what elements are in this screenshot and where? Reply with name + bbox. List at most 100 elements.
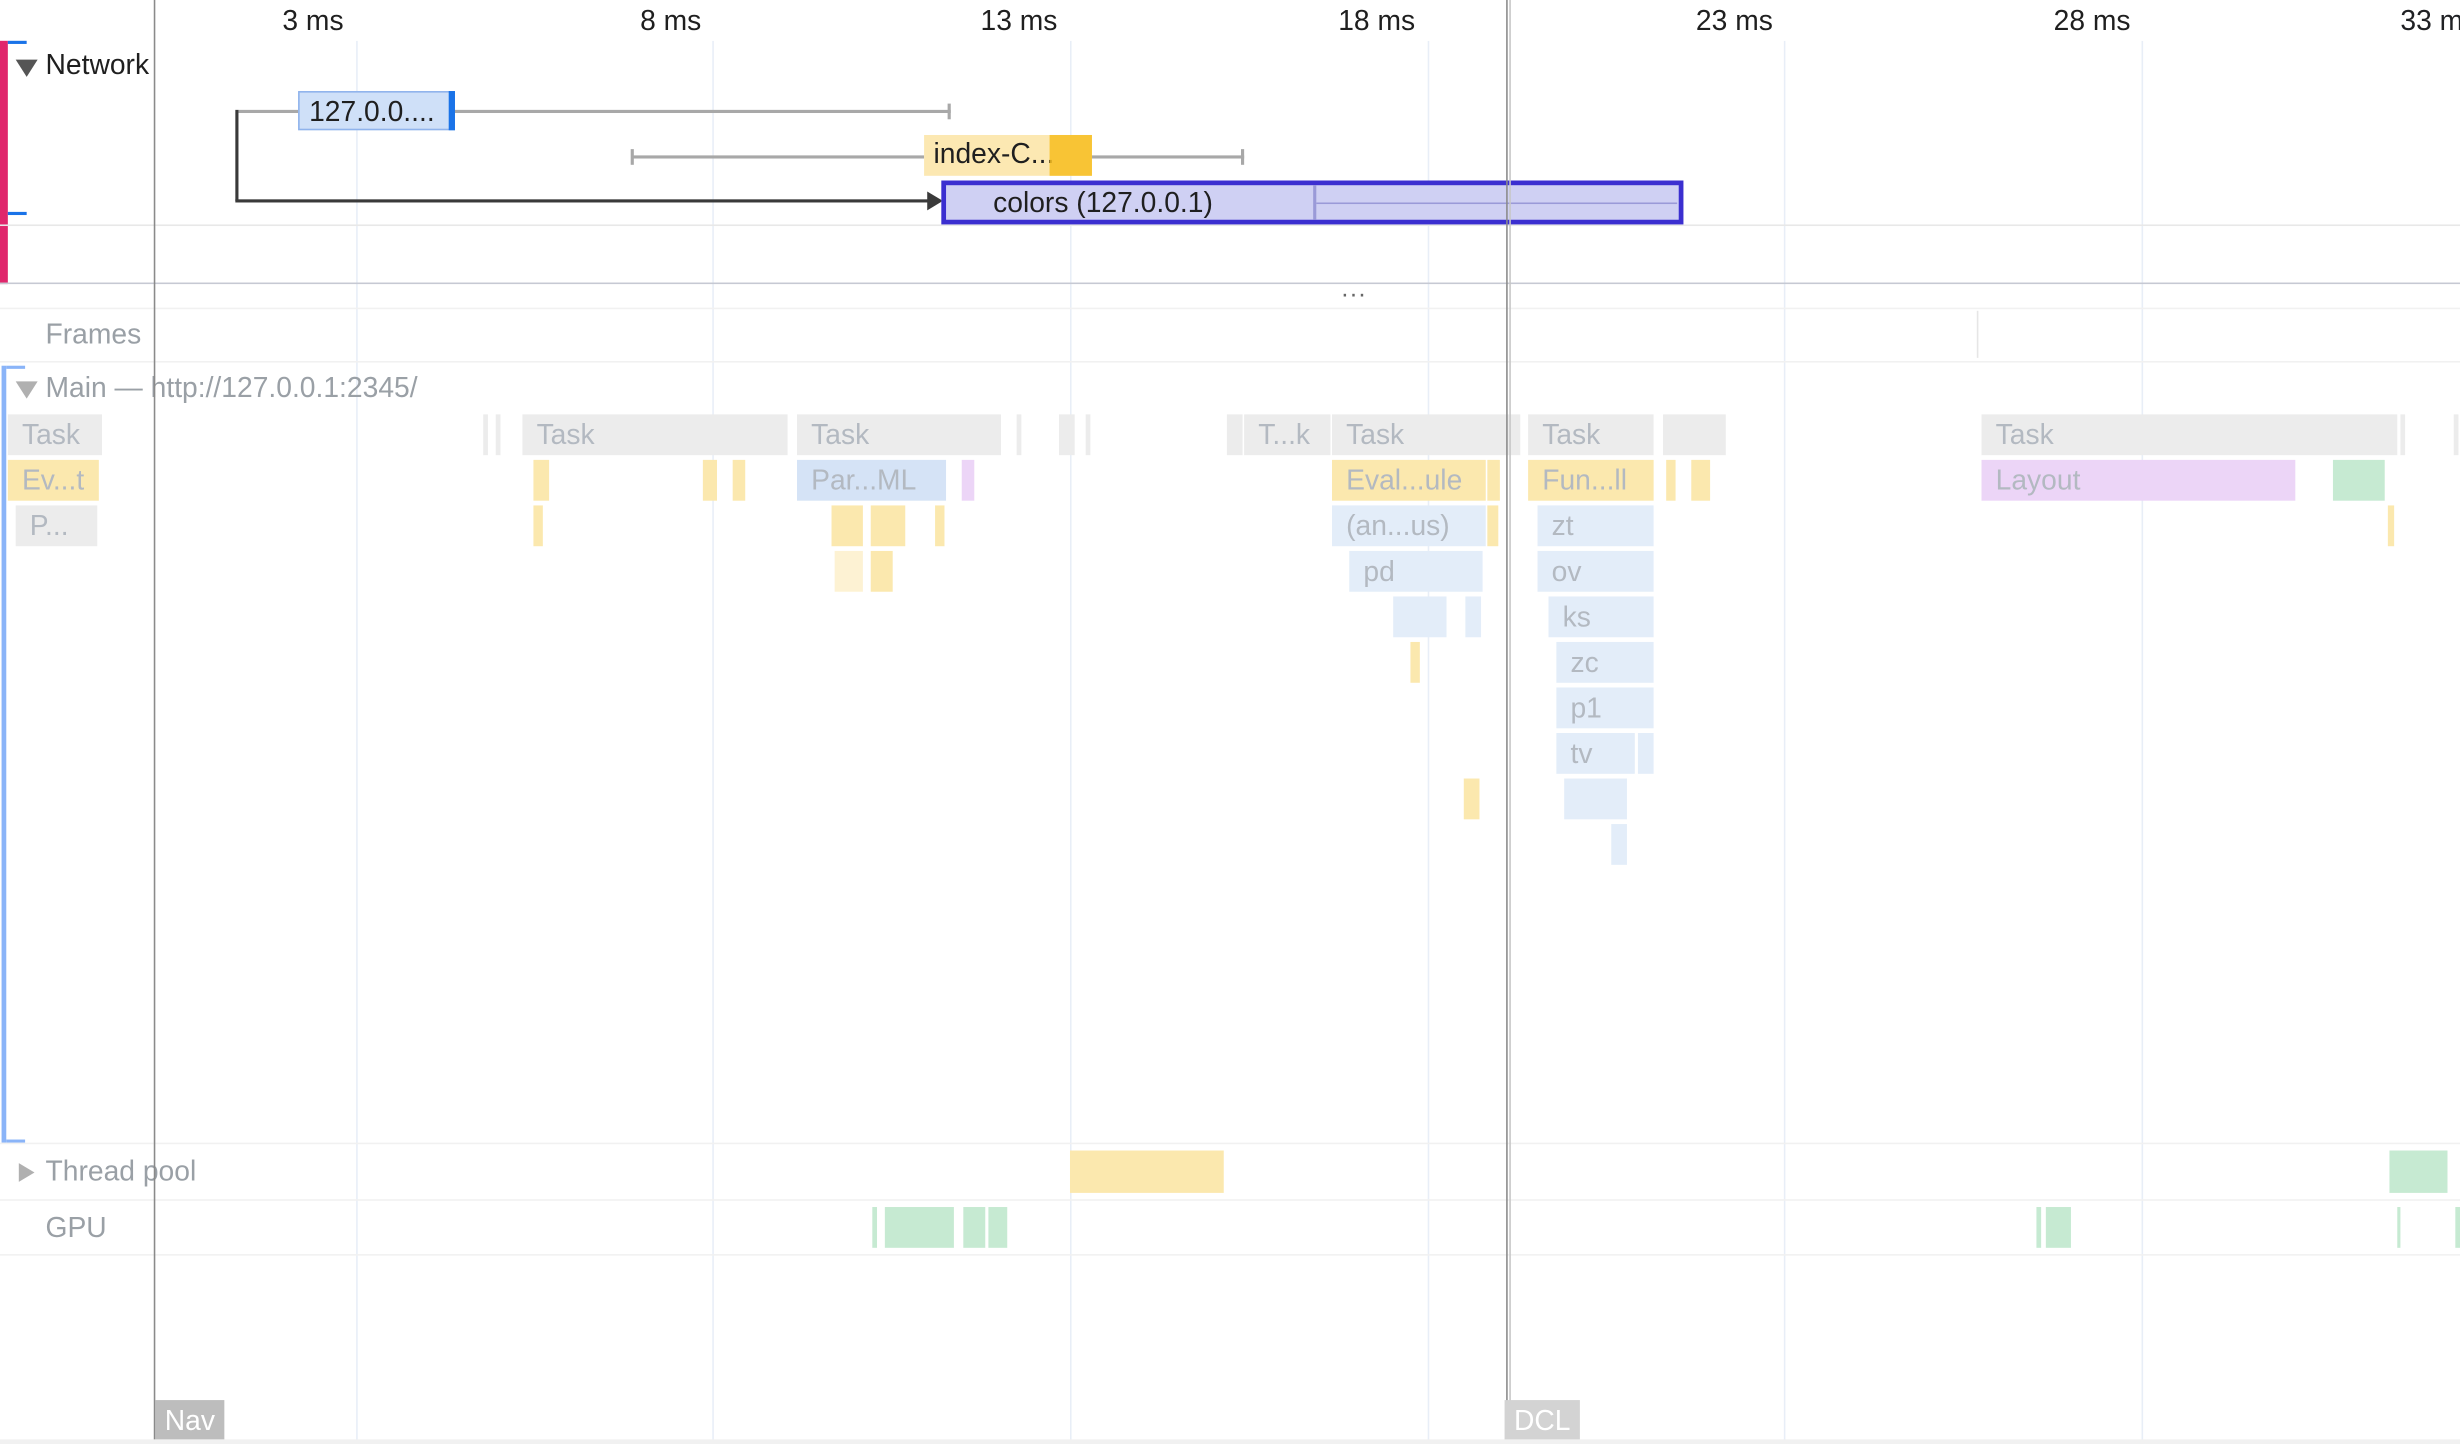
flame-event[interactable]: ks <box>1548 596 1654 638</box>
thread-pool-event[interactable] <box>1069 1150 1224 1193</box>
track-bracket <box>7 40 27 44</box>
flame-event-sliver[interactable] <box>1564 778 1627 820</box>
flame-task-sliver[interactable] <box>2400 414 2406 456</box>
resize-divider[interactable] <box>0 282 2460 285</box>
gpu-event[interactable] <box>988 1207 1008 1248</box>
flame-task-label: Task <box>536 419 595 451</box>
flame-event-sliver[interactable] <box>1611 824 1627 865</box>
flame-event-label: Par...ML <box>811 464 917 496</box>
flame-task-small[interactable] <box>1059 414 1075 456</box>
flame-task-small[interactable] <box>1226 414 1243 456</box>
flame-event[interactable]: Par...ML <box>797 459 947 501</box>
performance-panel: 3 ms 8 ms 13 ms 18 ms 23 ms 28 ms 33 m N… <box>0 0 2460 1444</box>
flame-event-sliver[interactable] <box>533 459 550 501</box>
gpu-event[interactable] <box>2397 1207 2401 1248</box>
flame-event-label: Fun...ll <box>1542 464 1627 496</box>
navigation-line <box>153 0 156 1444</box>
initiator-line <box>235 199 931 203</box>
flame-event[interactable]: Fun...ll <box>1528 459 1654 501</box>
flame-event-label: Ev...t <box>21 464 85 496</box>
dcl-line <box>1509 0 1511 1444</box>
flame-task[interactable]: Task <box>797 414 1001 456</box>
resize-handle-icon[interactable]: ... <box>1341 276 1367 304</box>
flame-event[interactable]: zt <box>1537 505 1654 547</box>
dcl-marker[interactable]: DCL <box>1504 1400 1580 1441</box>
flame-event[interactable]: ov <box>1537 550 1654 592</box>
flame-task-sliver[interactable] <box>483 414 488 456</box>
request-whisker-cap <box>1240 149 1245 165</box>
flame-event[interactable]: Ev...t <box>7 459 99 501</box>
flame-event-label: (an...us) <box>1346 510 1450 542</box>
flame-task[interactable]: Task <box>1981 414 2398 456</box>
flame-event-sliver[interactable] <box>702 459 717 501</box>
flame-task-sliver[interactable] <box>495 414 501 456</box>
flame-event[interactable]: pd <box>1349 550 1483 592</box>
flame-task[interactable]: T...k <box>1244 414 1331 456</box>
frames-track-label[interactable]: Frames <box>45 319 141 352</box>
network-request-bar[interactable]: 127.0.0.... <box>298 91 455 131</box>
thread-pool-track-label: Thread pool <box>45 1155 197 1187</box>
flame-event-sliver[interactable] <box>1410 641 1420 683</box>
flame-event-sliver[interactable] <box>1463 778 1480 820</box>
track-accent-bar <box>1 365 7 1143</box>
flame-task[interactable]: Task <box>1331 414 1521 456</box>
flame-event-sliver[interactable] <box>1487 505 1499 547</box>
flame-task[interactable]: Task <box>7 414 102 456</box>
flame-task-sliver[interactable] <box>1016 414 1022 456</box>
flame-event[interactable]: zc <box>1556 641 1654 683</box>
track-separator <box>0 307 2460 310</box>
flame-event-label: zt <box>1551 510 1574 542</box>
flame-event-sliver[interactable] <box>1691 459 1711 501</box>
flame-event-sliver[interactable] <box>1393 596 1447 638</box>
flame-event-sliver[interactable] <box>831 505 863 547</box>
flame-event-paint[interactable] <box>2332 459 2385 501</box>
time-ruler[interactable]: 3 ms 8 ms 13 ms 18 ms 23 ms 28 ms 33 m <box>0 0 2460 41</box>
frame-boundary <box>1976 310 1979 358</box>
flame-task[interactable]: Task <box>522 414 788 456</box>
flame-event-sliver[interactable] <box>1666 459 1676 501</box>
flame-event[interactable]: tv <box>1556 733 1635 774</box>
flame-event[interactable]: p1 <box>1556 687 1654 729</box>
flame-task[interactable]: Task <box>1528 414 1654 456</box>
flame-event-sliver[interactable] <box>870 505 906 547</box>
gpu-track-label[interactable]: GPU <box>45 1212 106 1245</box>
flame-event-sliver[interactable] <box>935 505 945 547</box>
flame-event-label: Layout <box>1995 464 2081 496</box>
gpu-event[interactable] <box>884 1207 954 1248</box>
flame-event[interactable]: P... <box>15 505 98 547</box>
flame-event-sliver[interactable] <box>870 550 893 592</box>
flame-event-sliver[interactable] <box>1487 459 1500 501</box>
nav-marker[interactable]: Nav <box>155 1400 225 1441</box>
flame-event-sliver[interactable] <box>1465 596 1482 638</box>
network-request-label: colors (127.0.0.1) <box>993 186 1213 219</box>
flame-task-sliver[interactable] <box>2453 414 2459 456</box>
thread-pool-event[interactable] <box>2389 1150 2448 1193</box>
collapse-triangle-icon <box>15 59 38 77</box>
gpu-event[interactable] <box>2036 1207 2042 1248</box>
request-end-segment <box>448 91 455 131</box>
flame-event-sliver[interactable] <box>834 550 863 592</box>
flame-event[interactable]: Eval...ule <box>1331 459 1486 501</box>
ruler-tick-label: 23 ms <box>1695 4 1773 37</box>
flame-event-label: ov <box>1551 555 1582 588</box>
ruler-tick-label: 18 ms <box>1338 4 1416 37</box>
expand-triangle-icon <box>18 1163 35 1182</box>
request-whisker-cap <box>947 103 951 120</box>
gpu-event[interactable] <box>872 1207 878 1248</box>
flame-event[interactable]: Layout <box>1981 459 2296 501</box>
gpu-event[interactable] <box>2045 1207 2071 1248</box>
dcl-marker-label: DCL <box>1513 1404 1571 1437</box>
flame-event-sliver[interactable] <box>1637 733 1654 774</box>
gpu-event[interactable] <box>2455 1207 2460 1248</box>
flame-event-sliver[interactable] <box>732 459 746 501</box>
gpu-event[interactable] <box>963 1207 986 1248</box>
flame-task-small[interactable] <box>1663 414 1726 456</box>
flame-event-sliver[interactable] <box>961 459 975 501</box>
flame-event-sliver[interactable] <box>2387 505 2395 547</box>
flame-task-sliver[interactable] <box>1085 414 1091 456</box>
flame-event[interactable]: (an...us) <box>1331 505 1486 547</box>
network-request-label: index-C... <box>933 138 1055 170</box>
flame-event-label: p1 <box>1570 692 1602 724</box>
request-download-segment <box>1049 134 1092 176</box>
flame-event-sliver[interactable] <box>533 505 543 547</box>
